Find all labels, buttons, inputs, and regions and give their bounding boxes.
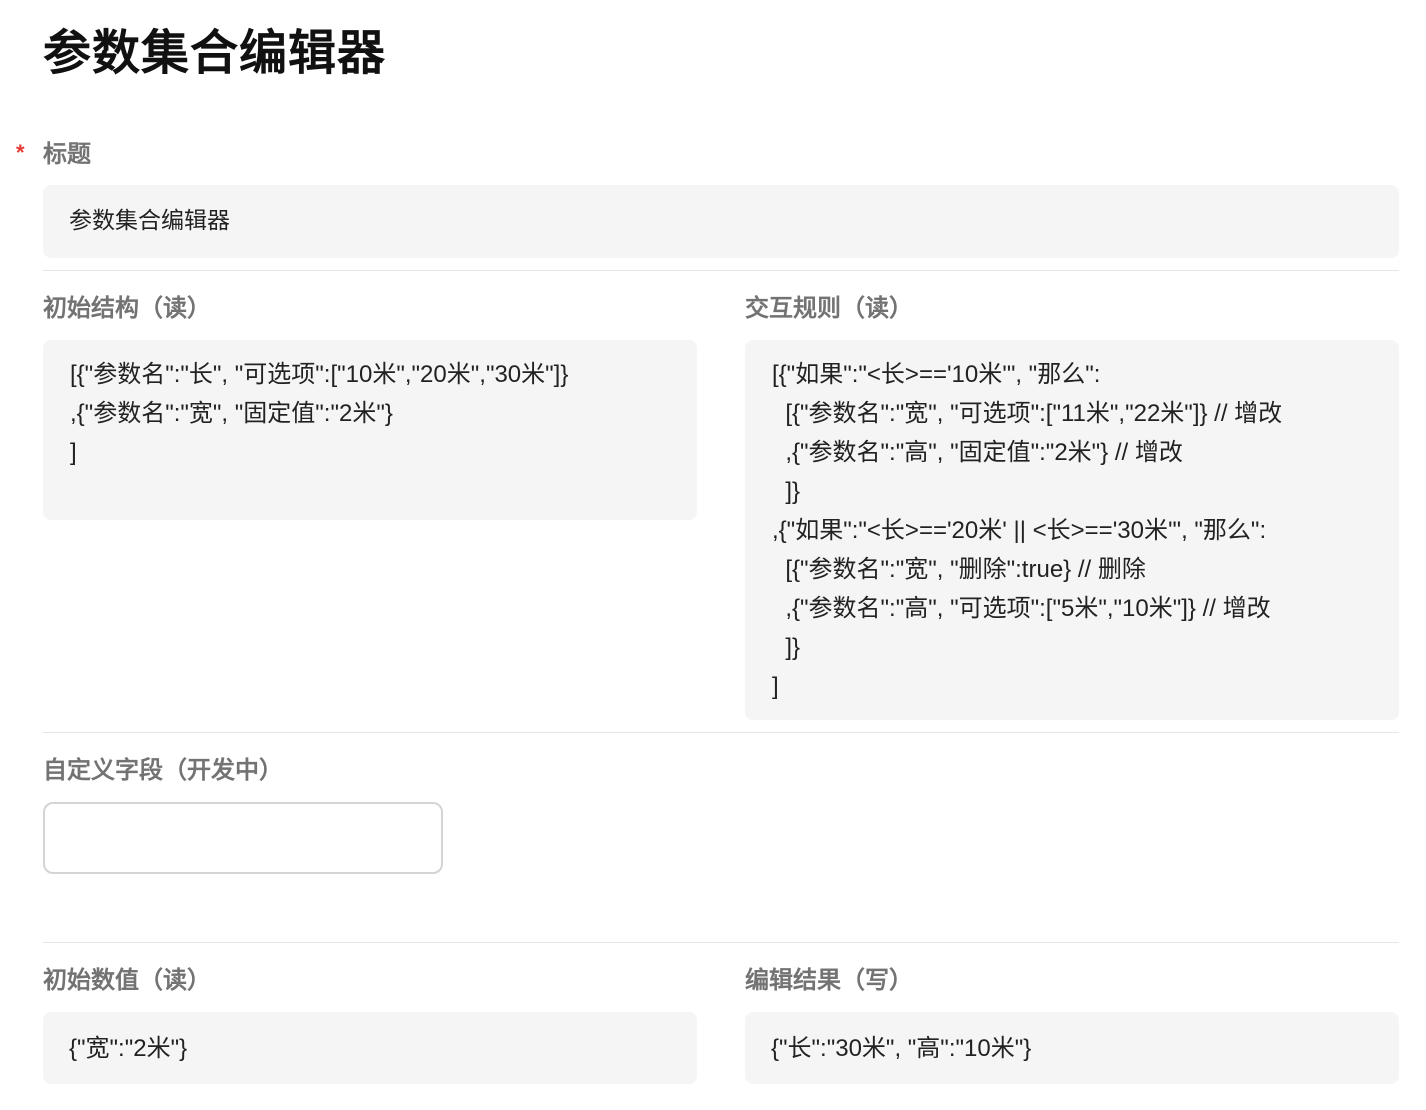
initial-values-textarea[interactable]: {"宽":"2米"}	[43, 1012, 697, 1084]
page-title: 参数集合编辑器	[43, 25, 387, 81]
interaction-rules-label: 交互规则（读）	[745, 294, 913, 322]
initial-structure-label: 初始结构（读）	[43, 294, 211, 322]
edit-result-textarea[interactable]: {"长":"30米", "高":"10米"}	[745, 1012, 1399, 1084]
divider	[43, 270, 1399, 271]
divider	[43, 942, 1399, 943]
custom-field-label: 自定义字段（开发中）	[43, 756, 283, 784]
title-label: 标题	[43, 140, 91, 168]
title-input[interactable]: 参数集合编辑器	[43, 185, 1399, 258]
initial-structure-textarea[interactable]: [{"参数名":"长", "可选项":["10米","20米","30米"]} …	[43, 340, 697, 520]
custom-field-input[interactable]	[43, 802, 443, 874]
edit-result-label: 编辑结果（写）	[745, 966, 913, 994]
initial-values-label: 初始数值（读）	[43, 966, 211, 994]
divider	[43, 732, 1399, 733]
interaction-rules-textarea[interactable]: [{"如果":"<长>=='10米'", "那么": [{"参数名":"宽", …	[745, 340, 1399, 720]
required-mark: *	[16, 140, 25, 165]
